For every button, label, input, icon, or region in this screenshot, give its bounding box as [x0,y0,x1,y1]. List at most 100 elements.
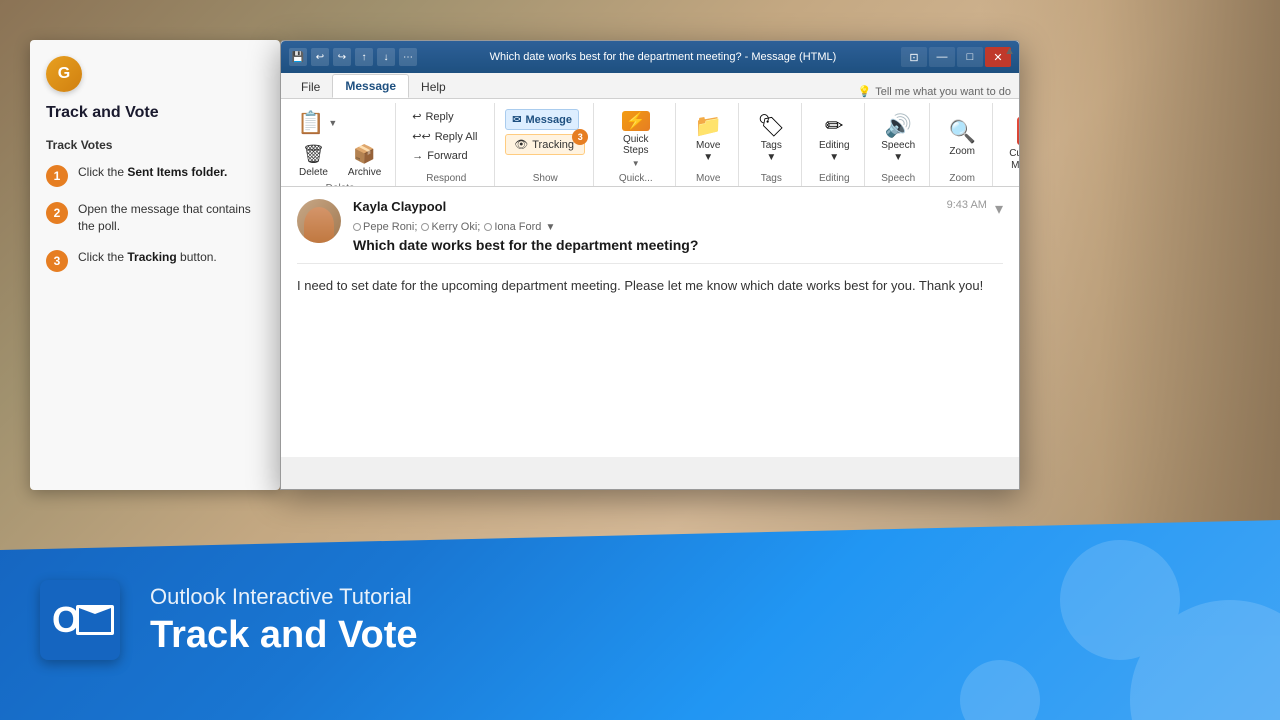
window-title: Which date works best for the department… [425,51,901,63]
delete-icon: 🗑 [302,144,325,165]
delete-label: Delete [299,167,328,178]
archive-icon: 📦 [353,144,375,165]
quick-steps-button[interactable]: ⚡ QuickSteps ▼ [614,107,658,171]
sender-name: Kayla Claypool [353,199,446,214]
forward-button[interactable]: → Forward [406,147,486,165]
ribbon-group-speech: 🔊 Speech▼ Speech [867,103,930,186]
left-panel: G Track and Vote Track Votes 1 Click the… [30,40,280,490]
editing-icon: ✏ [825,115,843,137]
quick-steps-dropdown: ▼ [632,159,640,168]
tags-button[interactable]: 🏷 Tags▼ [749,107,793,171]
recipient-name-3: Iona Ford [494,221,541,233]
ribbon: 📋 ▼ 🗑 Delete 📦 Archive Delete [281,99,1019,187]
email-timestamp: 9:43 AM [947,199,987,211]
step-1: 1 Click the Sent Items folder. [46,164,264,187]
save-icon[interactable]: 💾 [289,48,307,66]
more-recipients-icon[interactable]: ▼ [545,222,555,233]
outlook-logo-letter: O [52,599,80,641]
speech-button[interactable]: 🔊 Speech▼ [875,107,921,171]
customer-manager-icon: C [1017,117,1019,145]
panel-subtitle: Track Votes [46,138,264,152]
maximize-button[interactable]: □ [957,47,983,67]
zoom-label: Zoom [949,146,975,158]
zoom-buttons: 🔍 Zoom [940,103,984,171]
tab-file[interactable]: File [289,76,332,98]
step-number-3: 3 [46,250,68,272]
move-button[interactable]: 📁 Move▼ [686,107,730,171]
minimize-button[interactable]: — [929,47,955,67]
down-icon[interactable]: ↓ [377,48,395,66]
customer-manager-label: CustomerManager [1009,148,1019,172]
recipient-1: Pepe Roni; [353,221,417,233]
forward-label: Forward [427,150,467,162]
tracking-icon: 👁 [514,138,528,151]
sender-avatar [297,199,341,243]
quicksteps-group-label: Quick... [619,171,653,186]
undo-icon[interactable]: ↩ [311,48,329,66]
tracking-label: Tracking [532,139,574,151]
envelope-flap [79,608,111,618]
ribbon-group-editing: ✏ Editing▼ Editing [804,103,865,186]
recipient-dot-1 [353,223,361,231]
decor-circle-3 [960,660,1040,720]
paste-button[interactable]: 📋 ▼ [293,107,341,139]
forward-icon: → [412,150,423,162]
message-icon: ✉ [512,113,521,126]
recipient-dot-2 [421,223,429,231]
tracking-button[interactable]: 👁 Tracking 3 [505,134,585,155]
move-buttons: 📁 Move▼ [686,103,730,171]
resize-icon[interactable]: ⊡ [901,47,927,67]
step-text-2: Open the message that contains the poll. [78,201,264,235]
delete-button[interactable]: 🗑 Delete [293,141,334,181]
delete-buttons: 📋 ▼ 🗑 Delete 📦 Archive [293,103,387,181]
banner-title: Track and Vote [150,614,418,657]
recipient-dot-3 [484,223,492,231]
expand-email-button[interactable]: ▾ [995,199,1003,219]
tab-message[interactable]: Message [332,74,409,98]
message-show-button[interactable]: ✉ Message [505,109,579,130]
tags-label: Tags▼ [761,140,782,164]
archive-button[interactable]: 📦 Archive [342,141,387,181]
decor-circle-2 [1060,540,1180,660]
tags-buttons: 🏷 Tags▼ [749,103,793,171]
ribbon-group-delete: 📋 ▼ 🗑 Delete 📦 Archive Delete [285,103,396,186]
speech-label: Speech▼ [881,140,915,164]
redo-icon[interactable]: ↪ [333,48,351,66]
ribbon-group-show: ✉ Message 👁 Tracking 3 Show [497,103,594,186]
email-meta: Kayla Claypool 9:43 AM ▾ Pepe Roni; Kerr… [353,199,1003,253]
customer-manager-button[interactable]: C CustomerManager [1003,113,1019,177]
zoom-button[interactable]: 🔍 Zoom [940,107,984,171]
step-number-1: 1 [46,165,68,187]
reply-button[interactable]: ↩ Reply [406,107,486,126]
message-show-label: Message [525,114,571,126]
tell-me-bar[interactable]: 💡 Tell me what you want to do [858,85,1011,98]
paste-icon: 📋 [297,110,324,136]
editing-buttons: ✏ Editing▼ [812,103,856,171]
outlook-logo: O [40,580,120,660]
banner-subtitle: Outlook Interactive Tutorial [150,584,418,610]
up-icon[interactable]: ↑ [355,48,373,66]
zoom-icon: 🔍 [948,121,975,143]
tags-group-label: Tags [761,171,782,186]
ribbon-group-tags: 🏷 Tags▼ Tags [741,103,802,186]
step-number-2: 2 [46,202,68,224]
reply-all-button[interactable]: ↩↩ Reply All [406,127,486,146]
ribbon-group-respond: ↩ Reply ↩↩ Reply All → Forward Respond [398,103,495,186]
banner-decoration [880,520,1280,720]
editing-button[interactable]: ✏ Editing▼ [812,107,856,171]
panel-logo: G [46,56,82,92]
more-icon[interactable]: ⋯ [399,48,417,66]
delete-archive-row: 🗑 Delete 📦 Archive [293,141,387,181]
step-text-3: Click the Tracking button. [78,249,217,266]
step-2: 2 Open the message that contains the pol… [46,201,264,235]
paste-dropdown: ▼ [328,118,337,128]
recipient-name-2: Kerry Oki; [431,221,480,233]
step-text-1: Click the Sent Items folder. [78,164,227,181]
respond-buttons: ↩ Reply ↩↩ Reply All → Forward [406,103,486,171]
tab-help[interactable]: Help [409,76,458,98]
reply-all-icon: ↩↩ [412,130,430,143]
editing-group-label: Editing [819,171,850,186]
title-bar-icons: 💾 ↩ ↪ ↑ ↓ ⋯ [289,48,417,66]
speech-group-label: Speech [881,171,915,186]
banner-text: Outlook Interactive Tutorial Track and V… [150,584,418,657]
